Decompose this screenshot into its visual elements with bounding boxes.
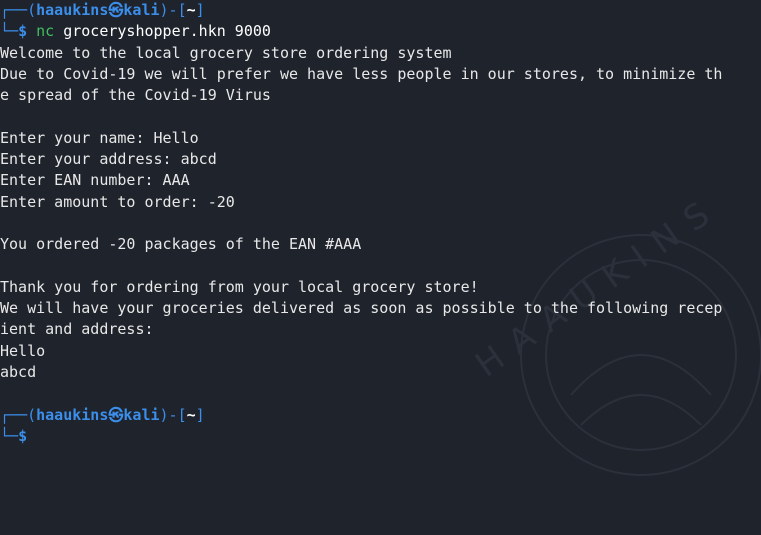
prompt-bracket: [ (177, 1, 187, 19)
prompt-dash: - (168, 405, 178, 424)
prompt-paren: ( (27, 1, 37, 19)
prompt-paren: ) (159, 405, 169, 424)
output-line: Thank you for ordering from your local g… (0, 277, 479, 296)
command-line: └─$ nc groceryshopper.hkn 9000 (0, 21, 761, 42)
prompt-dollar: $ (18, 426, 28, 445)
output-line: e spread of the Covid-19 Virus (0, 86, 271, 105)
output-line: You ordered -20 packages of the EAN #AAA (0, 235, 362, 254)
prompt-at-symbol: ㉿ (108, 1, 124, 19)
prompt-host: kali (123, 1, 160, 19)
prompt-corner: └─ (0, 22, 19, 41)
output-line: We will have your groceries delivered as… (0, 299, 723, 318)
prompt-dollar: $ (18, 22, 28, 41)
prompt-cwd: ~ (186, 1, 196, 19)
terminal-output: ┌──(haaukins㉿kali)-[~] └─$ nc grocerysho… (0, 0, 761, 447)
prompt-corner: └─ (0, 426, 19, 445)
terminal-window[interactable]: HAAUKINS ┌──(haaukins㉿kali)-[~] └─$ nc g… (0, 0, 761, 476)
prompt-paren: ) (159, 1, 169, 19)
output-line: Welcome to the local grocery store order… (0, 43, 452, 62)
prompt-user: haaukins (36, 1, 109, 19)
prompt-bracket: ] (195, 405, 205, 424)
prompt-cwd: ~ (186, 405, 196, 424)
prompt-dash: - (168, 1, 178, 19)
prompt-bracket: ] (195, 1, 205, 19)
output-line: abcd (0, 363, 37, 382)
output-line: ient and address: (0, 320, 154, 339)
prompt-corner: ┌── (0, 1, 28, 19)
command-args: groceryshopper.hkn 9000 (54, 22, 271, 41)
prompt-bracket: [ (177, 405, 187, 424)
prompt-line-top: ┌──(haaukins㉿kali)-[~] (0, 0, 761, 21)
prompt-corner: ┌── (0, 405, 28, 424)
input-line[interactable]: └─$ (0, 426, 761, 447)
output-line: Due to Covid-19 we will prefer we have l… (0, 64, 723, 83)
prompt-paren: ( (27, 405, 37, 424)
prompt-line-bottom: ┌──(haaukins㉿kali)-[~] (0, 405, 761, 426)
output-line: Enter amount to order: -20 (0, 192, 235, 211)
output-line: Enter your name: Hello (0, 128, 199, 147)
output-line: Hello (0, 341, 46, 360)
prompt-at-symbol: ㉿ (108, 405, 124, 424)
output-line: Enter EAN number: AAA (0, 171, 190, 190)
command-name: nc (36, 22, 55, 41)
prompt-host: kali (123, 405, 160, 424)
prompt-user: haaukins (36, 405, 109, 424)
output-line: Enter your address: abcd (0, 150, 217, 169)
